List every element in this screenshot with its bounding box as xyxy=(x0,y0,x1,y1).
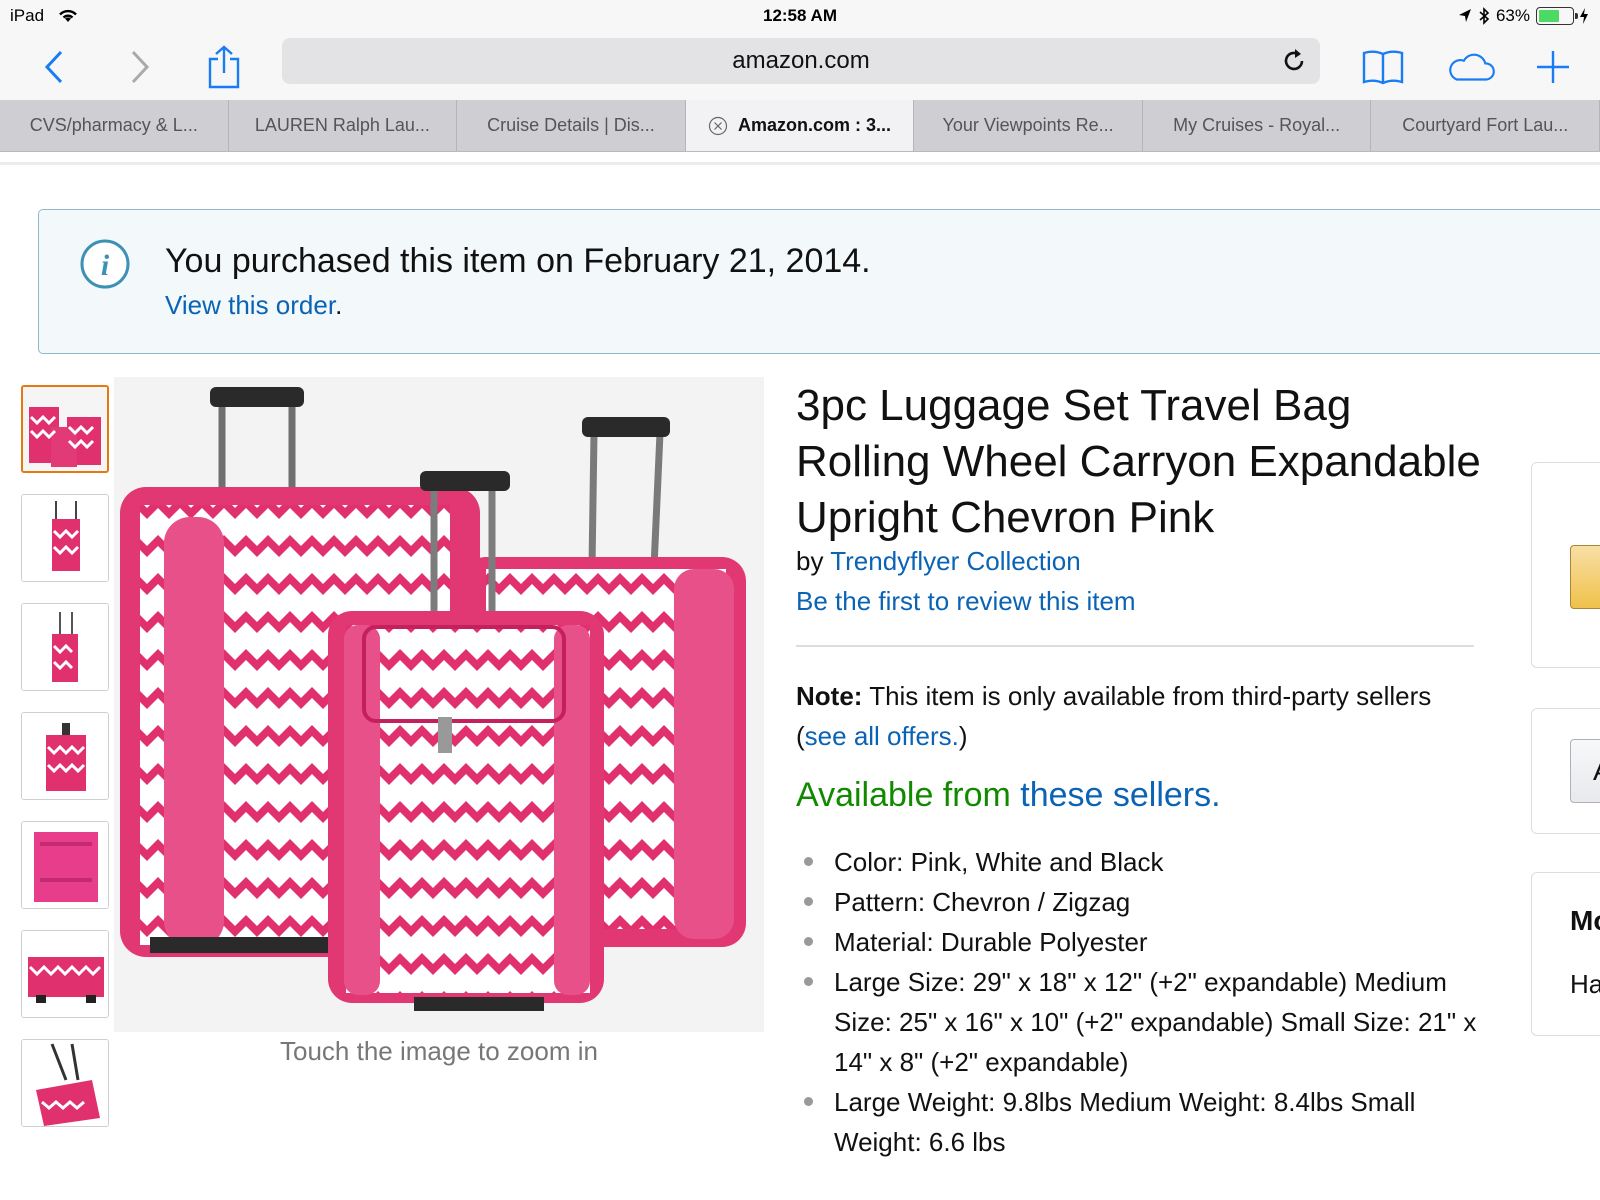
list-item: Color: Pink, White and Black xyxy=(796,842,1486,882)
thumbnail-image xyxy=(22,822,108,908)
tab-label: Amazon.com : 3... xyxy=(738,115,892,135)
new-tab-button[interactable] xyxy=(1528,42,1578,92)
main-product-image[interactable] xyxy=(114,377,764,1032)
chevron-left-icon xyxy=(44,50,63,84)
divider xyxy=(796,645,1474,647)
availability: Available from these sellers. xyxy=(796,776,1221,815)
bluetooth-icon xyxy=(1479,7,1490,25)
share-button[interactable] xyxy=(199,42,249,92)
brand-link[interactable]: Trendyflyer Collection xyxy=(830,546,1080,576)
location-arrow-icon xyxy=(1458,9,1471,22)
note-paren: ) xyxy=(958,721,968,751)
address-bar[interactable]: amazon.com xyxy=(282,38,1320,84)
tab-my-cruises[interactable]: My Cruises - Royal... xyxy=(1143,100,1372,151)
list-item: Material: Durable Polyester xyxy=(796,922,1486,962)
url-text: amazon.com xyxy=(732,47,870,74)
link-suffix: . xyxy=(335,290,343,320)
chevron-right-icon xyxy=(131,50,150,84)
availability-text: Available from xyxy=(796,776,1021,814)
note-paren: ( xyxy=(796,721,805,751)
browser-toolbar: amazon.com xyxy=(0,34,1600,100)
info-icon: i xyxy=(80,239,130,289)
tab-bar: CVS/pharmacy & L... LAUREN Ralph Lau... … xyxy=(0,100,1600,152)
product-title: 3pc Luggage Set Travel Bag Rolling Wheel… xyxy=(796,381,1481,542)
more-title: Mo xyxy=(1570,905,1600,936)
battery-percent: 63% xyxy=(1495,6,1530,25)
thumbnail-1[interactable] xyxy=(21,385,109,473)
plus-icon xyxy=(1537,51,1569,83)
clock: 12:58 AM xyxy=(762,6,837,25)
thumbnail-2[interactable] xyxy=(21,494,109,582)
thumbnail-3[interactable] xyxy=(21,603,109,691)
byline: by Trendyflyer Collection xyxy=(796,546,1081,577)
tab-cruise-details[interactable]: Cruise Details | Dis... xyxy=(457,100,686,151)
status-right: 63% xyxy=(1458,6,1588,26)
thumbnail-image xyxy=(22,495,108,581)
icloud-tabs-button[interactable] xyxy=(1446,42,1496,92)
cloud-icon xyxy=(1449,53,1495,81)
tab-viewpoints[interactable]: Your Viewpoints Re... xyxy=(914,100,1143,151)
add-to-cart-button[interactable] xyxy=(1570,545,1600,609)
more-subtitle: Ha xyxy=(1570,969,1600,999)
tab-label: CVS/pharmacy & L... xyxy=(29,115,198,135)
bookmarks-button[interactable] xyxy=(1358,42,1408,92)
note-text: This item is only available from third-p… xyxy=(862,681,1432,711)
tab-label: Cruise Details | Dis... xyxy=(487,115,655,135)
more-buying-choices-box: Mo Ha xyxy=(1531,872,1600,1036)
close-tab-icon[interactable] xyxy=(708,116,728,136)
view-order-line: View this order. xyxy=(165,290,342,321)
tab-label: LAUREN Ralph Lau... xyxy=(254,115,430,135)
book-icon xyxy=(1362,50,1404,85)
reload-icon[interactable] xyxy=(1280,47,1308,75)
status-bar: iPad 12:58 AM 63% xyxy=(0,0,1600,34)
buy-box xyxy=(1531,462,1600,668)
thumbnail-5[interactable] xyxy=(21,821,109,909)
view-order-link[interactable]: View this order xyxy=(165,290,335,320)
secondary-box: A xyxy=(1531,708,1600,834)
purchase-message: You purchased this item on February 21, … xyxy=(165,242,871,280)
tab-amazon[interactable]: Amazon.com : 3... xyxy=(685,100,915,151)
tab-cvs[interactable]: CVS/pharmacy & L... xyxy=(0,100,229,151)
tab-courtyard[interactable]: Courtyard Fort Lau... xyxy=(1371,100,1600,151)
thumbnail-image xyxy=(22,1040,108,1126)
list-item: Large Size: 29" x 18" x 12" (+2" expanda… xyxy=(796,962,1486,1082)
third-party-note: Note: This item is only available from t… xyxy=(796,676,1486,756)
thumbnail-image xyxy=(23,387,107,471)
see-all-offers-link[interactable]: see all offers. xyxy=(805,721,959,751)
these-sellers-link[interactable]: these sellers. xyxy=(1020,776,1220,814)
tab-label: My Cruises - Royal... xyxy=(1173,115,1341,135)
thumbnail-image xyxy=(22,604,108,690)
luggage-image xyxy=(114,377,764,1032)
svg-text:i: i xyxy=(101,249,110,282)
back-button[interactable] xyxy=(30,42,80,92)
secondary-button[interactable]: A xyxy=(1570,739,1600,803)
thumbnail-image xyxy=(22,931,108,1017)
review-link[interactable]: Be the first to review this item xyxy=(796,586,1136,617)
share-icon xyxy=(208,45,240,89)
thumbnail-6[interactable] xyxy=(21,930,109,1018)
zoom-hint: Touch the image to zoom in xyxy=(280,1036,598,1066)
tab-label: Courtyard Fort Lau... xyxy=(1402,115,1569,135)
battery-icon xyxy=(1536,7,1578,25)
tab-label: Your Viewpoints Re... xyxy=(942,115,1114,135)
thumbnail-image xyxy=(22,713,108,799)
thumbnail-7[interactable] xyxy=(21,1039,109,1127)
by-prefix: by xyxy=(796,546,831,576)
forward-button[interactable] xyxy=(114,42,164,92)
note-label: Note: xyxy=(796,681,863,711)
charging-icon xyxy=(1580,8,1588,24)
list-item: Pattern: Chevron / Zigzag xyxy=(796,882,1486,922)
thumbnail-4[interactable] xyxy=(21,712,109,800)
divider xyxy=(0,162,1600,165)
feature-bullets: Color: Pink, White and Black Pattern: Ch… xyxy=(796,842,1486,1162)
tab-lauren[interactable]: LAUREN Ralph Lau... xyxy=(229,100,458,151)
purchase-alert: i You purchased this item on February 21… xyxy=(38,209,1600,354)
list-item: Large Weight: 9.8lbs Medium Weight: 8.4l… xyxy=(796,1082,1486,1162)
